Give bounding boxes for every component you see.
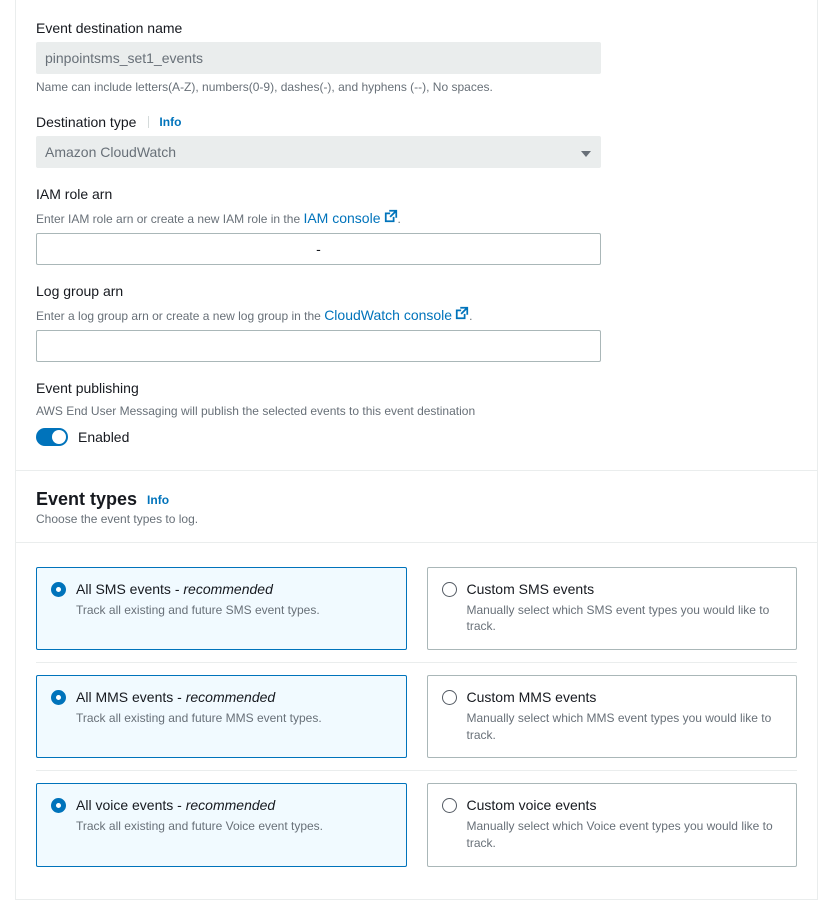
all-voice-events-tile[interactable]: All voice events - recommended Track all… xyxy=(36,783,407,866)
event-types-info-link[interactable]: Info xyxy=(147,494,169,506)
iam-console-link[interactable]: IAM console xyxy=(303,208,380,229)
custom-sms-events-tile[interactable]: Custom SMS events Manually select which … xyxy=(427,567,798,650)
event-destination-panel: Event destination name Name can include … xyxy=(15,0,818,900)
custom-sms-events-radio[interactable] xyxy=(442,582,457,597)
cloudwatch-console-link[interactable]: CloudWatch console xyxy=(324,305,452,326)
name-input xyxy=(36,42,601,74)
destination-type-field: Destination type Info Amazon CloudWatch xyxy=(36,114,797,168)
event-publishing-toggle-label: Enabled xyxy=(78,429,129,445)
event-publishing-helper: AWS End User Messaging will publish the … xyxy=(36,402,797,420)
event-publishing-field: Event publishing AWS End User Messaging … xyxy=(36,380,797,446)
event-publishing-label: Event publishing xyxy=(36,380,797,396)
event-types-title: Event types xyxy=(36,489,137,510)
event-types-tiles: All SMS events - recommended Track all e… xyxy=(16,542,817,899)
external-link-icon xyxy=(384,209,398,228)
destination-type-select: Amazon CloudWatch xyxy=(36,136,601,168)
destination-type-label: Destination type xyxy=(36,114,136,130)
destination-type-info-link[interactable]: Info xyxy=(148,116,181,128)
iam-role-helper: Enter IAM role arn or create a new IAM r… xyxy=(36,208,797,229)
log-group-label: Log group arn xyxy=(36,283,797,299)
log-group-helper: Enter a log group arn or create a new lo… xyxy=(36,305,797,326)
name-label: Event destination name xyxy=(36,20,797,36)
event-types-header: Event types Info Choose the event types … xyxy=(16,470,817,530)
sms-events-row: All SMS events - recommended Track all e… xyxy=(36,557,797,662)
custom-voice-events-radio[interactable] xyxy=(442,798,457,813)
voice-events-row: All voice events - recommended Track all… xyxy=(36,770,797,878)
event-publishing-toggle[interactable] xyxy=(36,428,68,446)
custom-voice-events-tile[interactable]: Custom voice events Manually select whic… xyxy=(427,783,798,866)
all-voice-events-radio[interactable] xyxy=(51,798,66,813)
all-sms-events-radio[interactable] xyxy=(51,582,66,597)
all-mms-events-tile[interactable]: All MMS events - recommended Track all e… xyxy=(36,675,407,758)
external-link-icon xyxy=(455,306,469,325)
log-group-field: Log group arn Enter a log group arn or c… xyxy=(36,283,797,362)
event-types-subtitle: Choose the event types to log. xyxy=(36,512,797,526)
custom-mms-events-tile[interactable]: Custom MMS events Manually select which … xyxy=(427,675,798,758)
name-helper: Name can include letters(A-Z), numbers(0… xyxy=(36,78,797,96)
log-group-input[interactable] xyxy=(36,330,601,362)
mms-events-row: All MMS events - recommended Track all e… xyxy=(36,662,797,770)
name-field: Event destination name Name can include … xyxy=(36,20,797,96)
iam-role-label: IAM role arn xyxy=(36,186,797,202)
all-mms-events-radio[interactable] xyxy=(51,690,66,705)
custom-mms-events-radio[interactable] xyxy=(442,690,457,705)
all-sms-events-tile[interactable]: All SMS events - recommended Track all e… xyxy=(36,567,407,650)
iam-role-input[interactable] xyxy=(36,233,601,265)
iam-role-field: IAM role arn Enter IAM role arn or creat… xyxy=(36,186,797,265)
destination-type-value: Amazon CloudWatch xyxy=(45,144,176,160)
destination-form-section: Event destination name Name can include … xyxy=(16,0,817,470)
